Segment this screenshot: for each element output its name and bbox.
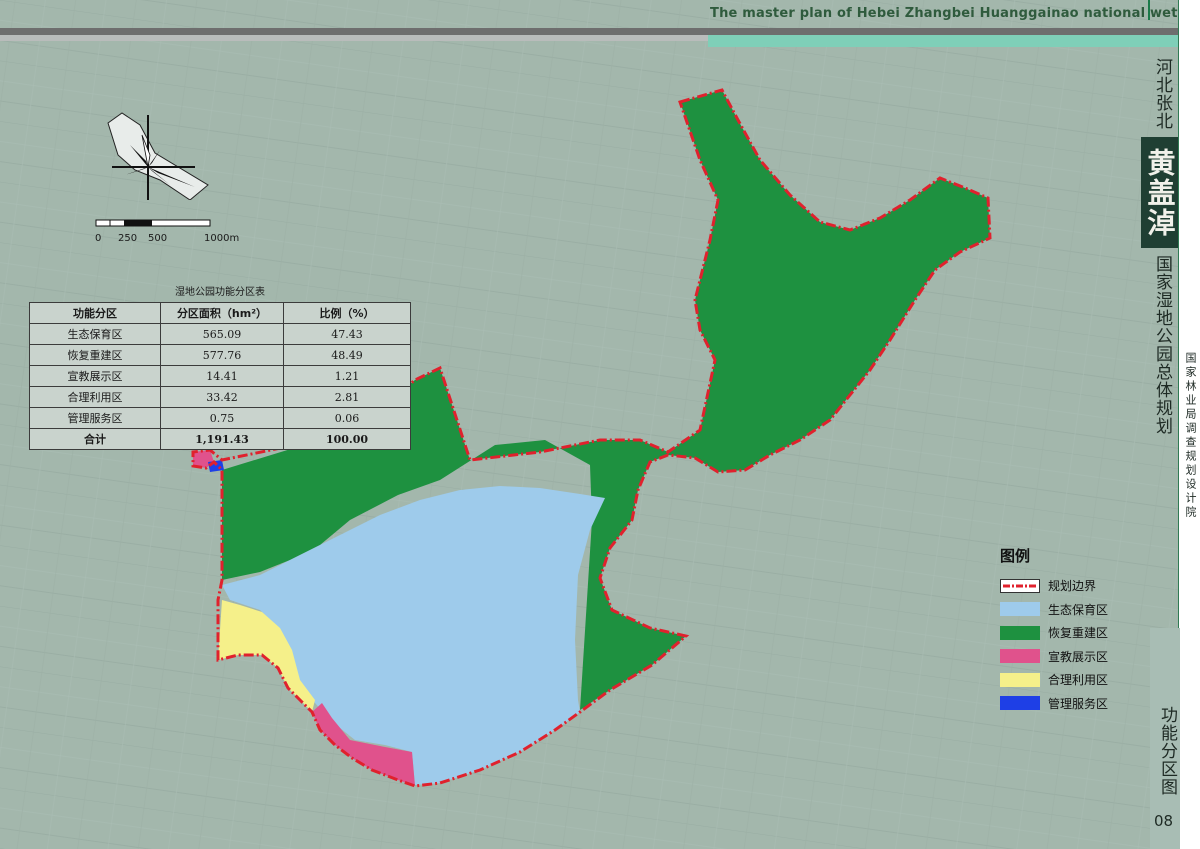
zone-table: 功能分区 分区面积（hm²） 比例（%） 生态保育区 565.09 47.43 … <box>29 302 411 450</box>
conservation-swatch <box>1000 602 1040 617</box>
legend-item: 管理服务区 <box>1000 692 1108 716</box>
legend-item: 合理利用区 <box>1000 668 1108 692</box>
table-cell: 宣教展示区 <box>29 365 161 387</box>
boundary-swatch <box>1000 578 1040 593</box>
restoration-swatch <box>1000 625 1040 640</box>
header-bar-grey <box>0 35 708 41</box>
table-total-row: 合计 1,191.43 100.00 <box>29 428 411 450</box>
header-bar-teal <box>708 35 1200 47</box>
legend-label: 规划边界 <box>1048 579 1097 594</box>
table-cell: 生态保育区 <box>29 323 161 345</box>
side-title-bottom: 国家湿地公园总体规划 <box>1152 255 1172 435</box>
page-number: 08 <box>1154 812 1174 830</box>
legend-label: 管理服务区 <box>1048 696 1109 711</box>
table-cell: 恢复重建区 <box>29 344 161 366</box>
table-header-cell: 分区面积（hm²） <box>160 302 284 324</box>
legend-item: 宣教展示区 <box>1000 645 1108 669</box>
legend-label: 恢复重建区 <box>1048 626 1109 641</box>
table-cell: 14.41 <box>160 365 284 387</box>
side-strip: 国家林业局调查规划设计院 <box>1178 0 1200 849</box>
table-row: 生态保育区 565.09 47.43 <box>29 323 411 345</box>
legend-label: 生态保育区 <box>1048 602 1109 617</box>
sheet-title: 功能分区图 <box>1157 706 1177 796</box>
table-cell: 管理服务区 <box>29 407 161 429</box>
table-row: 管理服务区 0.75 0.06 <box>29 407 411 429</box>
side-title-top: 河北张北 <box>1152 58 1172 130</box>
table-cell: 577.76 <box>160 344 284 366</box>
management-swatch <box>1000 696 1040 711</box>
header-bar <box>0 28 1200 35</box>
table-cell: 合理利用区 <box>29 386 161 408</box>
zone-table-title: 湿地公园功能分区表 <box>175 287 265 298</box>
table-cell: 0.75 <box>160 407 284 429</box>
table-cell: 0.06 <box>283 407 411 429</box>
table-cell: 100.00 <box>283 428 411 450</box>
sheet-title-box: 功能分区图 08 <box>1150 628 1180 849</box>
table-row: 恢复重建区 577.76 48.49 <box>29 344 411 366</box>
education-swatch <box>1000 649 1040 664</box>
table-header-row: 功能分区 分区面积（hm²） 比例（%） <box>29 302 411 324</box>
table-cell: 47.43 <box>283 323 411 345</box>
table-cell: 48.49 <box>283 344 411 366</box>
scale-label-500: 500 <box>148 233 168 244</box>
park-logo: 黄盖淖 <box>1141 137 1178 248</box>
map-legend: 图例 规划边界 生态保育区 恢复重建区 宣教展示区 合理利用区 管理服务区 <box>1000 545 1108 715</box>
scale-bar <box>95 219 211 227</box>
zone-table-panel: 湿地公园功能分区表 功能分区 分区面积（hm²） 比例（%） 生态保育区 565… <box>29 283 411 450</box>
institute-name: 国家林业局调查规划设计院 <box>1184 352 1197 520</box>
legend-label: 合理利用区 <box>1048 673 1109 688</box>
legend-item: 规划边界 <box>1000 574 1108 598</box>
table-cell: 33.42 <box>160 386 284 408</box>
scale-label-250: 250 <box>118 233 138 244</box>
wind-rose-compass <box>107 112 209 200</box>
table-row: 合理利用区 33.42 2.81 <box>29 386 411 408</box>
table-cell: 2.81 <box>283 386 411 408</box>
legend-title: 图例 <box>1000 547 1031 565</box>
table-cell: 合计 <box>29 428 161 450</box>
table-cell: 1,191.43 <box>160 428 284 450</box>
table-row: 宣教展示区 14.41 1.21 <box>29 365 411 387</box>
table-header-cell: 功能分区 <box>29 302 161 324</box>
legend-label: 宣教展示区 <box>1048 649 1109 664</box>
legend-item: 恢复重建区 <box>1000 621 1108 645</box>
legend-item: 生态保育区 <box>1000 598 1108 622</box>
scale-label-0: 0 <box>95 233 102 244</box>
table-cell: 1.21 <box>283 365 411 387</box>
table-cell: 565.09 <box>160 323 284 345</box>
scale-label-1000m: 1000m <box>204 233 240 244</box>
header-title: The master plan of Hebei Zhangbei Huangg… <box>710 6 1200 21</box>
table-header-cell: 比例（%） <box>283 302 411 324</box>
rational-use-swatch <box>1000 672 1040 687</box>
park-logo-text: 黄盖淖 <box>1143 147 1177 238</box>
